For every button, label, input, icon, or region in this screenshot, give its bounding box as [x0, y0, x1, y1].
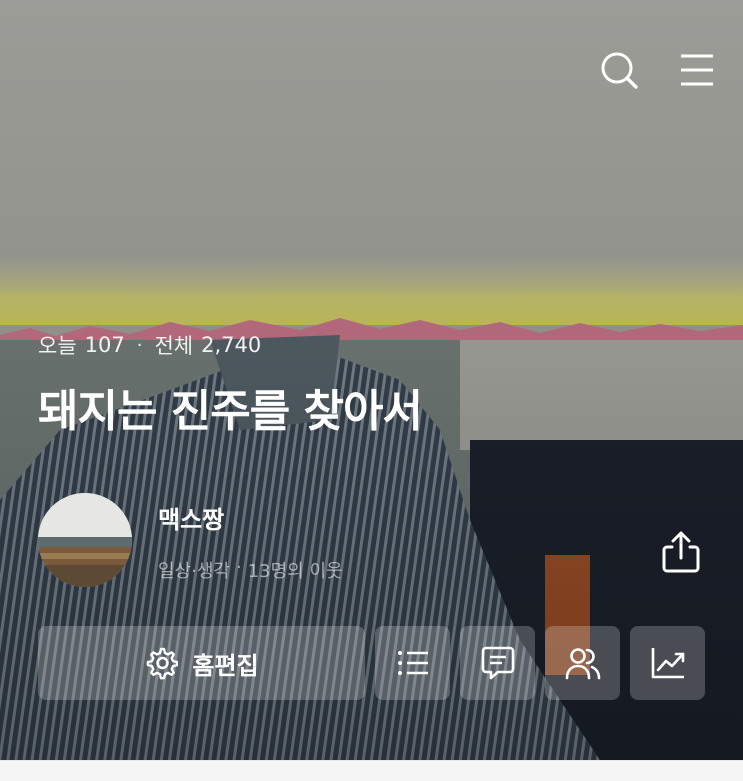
total-count: 2,740: [201, 333, 262, 357]
avatar[interactable]: [38, 493, 132, 587]
gear-icon: [147, 647, 179, 680]
total-label: 전체: [154, 334, 194, 358]
avatar-image: [38, 493, 132, 587]
meta-separator: ·: [235, 557, 242, 578]
neighbor-count[interactable]: 13명의 이웃: [248, 557, 343, 583]
people-icon: [565, 648, 600, 680]
today-label: 오늘: [38, 334, 77, 358]
home-edit-button[interactable]: 홈편집: [38, 626, 365, 700]
blog-meta: 일상·생각 · 13명의 이웃: [158, 557, 343, 583]
hamburger-menu-icon: [681, 54, 713, 86]
home-edit-label: 홈편집: [192, 651, 259, 680]
stats-separator: ·: [136, 334, 143, 356]
cover-image: 오늘 107 · 전체 2,740 돼지는 진주를 찾아서 맥스짱 일상·생각 …: [0, 0, 743, 760]
blog-category: 일상·생각: [158, 561, 230, 582]
search-button[interactable]: [597, 48, 641, 92]
visitor-stats: 오늘 107 · 전체 2,740: [38, 330, 261, 360]
blog-title: 돼지는 진주를 찾아서: [38, 386, 423, 437]
message-icon: [481, 646, 514, 680]
nickname[interactable]: 맥스짱: [158, 500, 224, 535]
today-count: 107: [84, 333, 125, 357]
share-button[interactable]: [658, 528, 704, 576]
menu-button[interactable]: [675, 48, 719, 92]
content-divider: [0, 760, 743, 781]
statistics-button[interactable]: [630, 626, 705, 700]
guestbook-button[interactable]: [460, 626, 535, 700]
post-list-button[interactable]: [375, 626, 450, 700]
trend-chart-icon: [651, 648, 684, 679]
neighbors-button[interactable]: [545, 626, 620, 700]
share-icon: [662, 531, 700, 573]
list-icon: [397, 651, 428, 675]
search-icon: [601, 52, 638, 89]
